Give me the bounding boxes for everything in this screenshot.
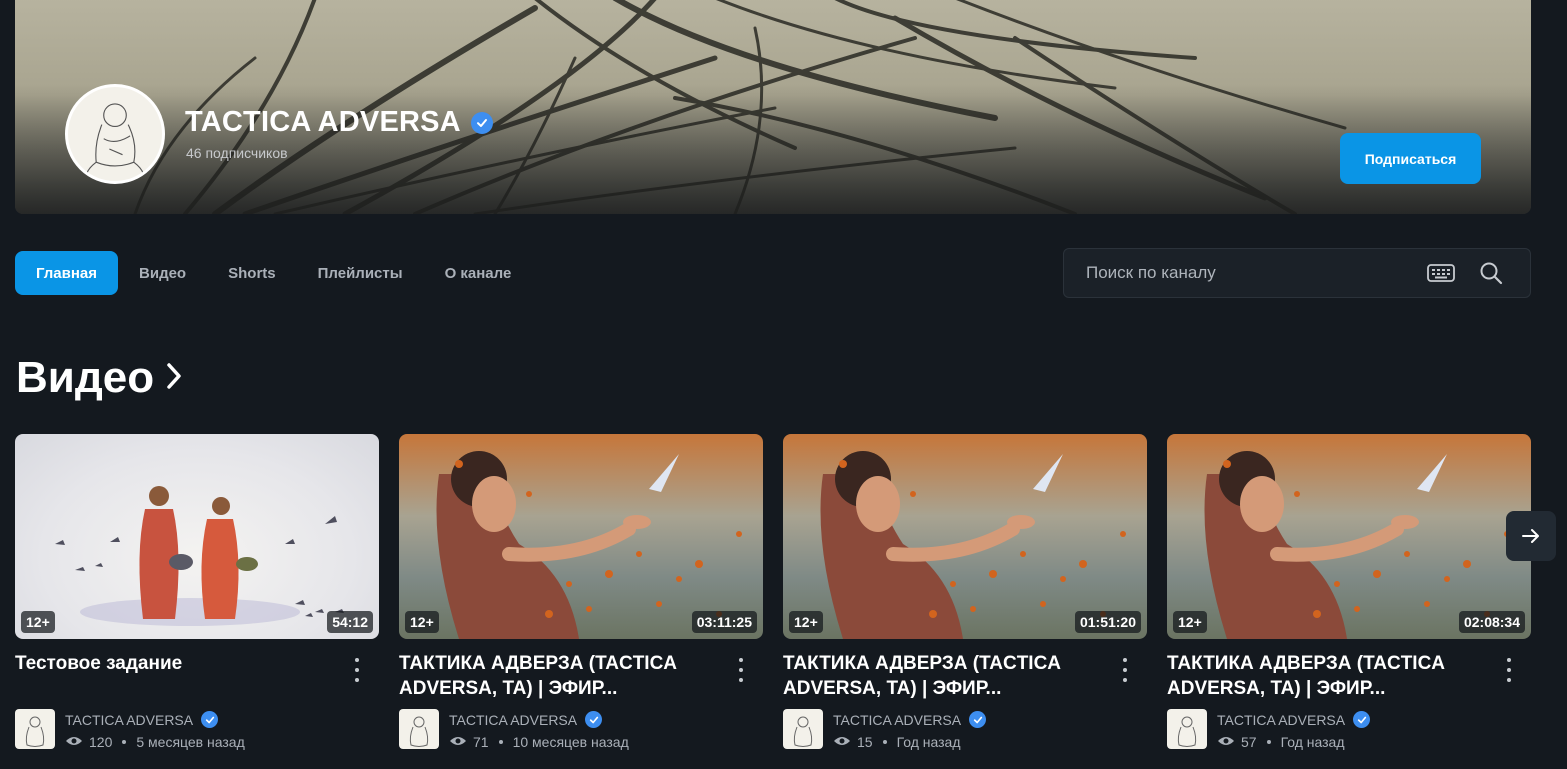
video-channel[interactable]: TACTICA ADVERSA	[1217, 711, 1371, 728]
video-channel[interactable]: TACTICA ADVERSA	[65, 711, 219, 728]
channel-avatar-small[interactable]	[783, 709, 823, 749]
verified-icon	[470, 111, 493, 134]
view-count: 120	[89, 734, 113, 750]
video-channel-name[interactable]: TACTICA ADVERSA	[833, 712, 961, 728]
channel-search[interactable]: Поиск по каналу	[1063, 248, 1531, 298]
verified-icon	[585, 711, 603, 728]
posted-time: 5 месяцев назад	[136, 734, 245, 750]
channel-name: TACTICA ADVERSA	[185, 106, 461, 138]
video-title[interactable]: ТАКТИКА АДВЕРЗА (TACTICA ADVERSA, TA) | …	[783, 651, 1103, 701]
tab-shorts[interactable]: Shorts	[207, 251, 297, 295]
subscribe-button[interactable]: Подписаться	[1340, 133, 1481, 184]
channel-avatar-small[interactable]	[399, 709, 439, 749]
eye-icon	[1217, 734, 1235, 750]
posted-time: Год назад	[896, 734, 961, 750]
video-thumbnail[interactable]: 12+ 54:12	[15, 434, 379, 639]
video-channel[interactable]: TACTICA ADVERSA	[449, 711, 603, 728]
duration-badge: 03:11:25	[691, 611, 757, 633]
tab-about[interactable]: О канале	[424, 251, 533, 295]
video-thumbnail[interactable]: 12+ 03:11:25	[399, 434, 763, 639]
channel-avatar-small[interactable]	[1167, 709, 1207, 749]
keyboard-icon[interactable]	[1416, 263, 1466, 283]
age-rating-badge: 12+	[21, 611, 55, 633]
age-rating-badge: 12+	[405, 611, 439, 633]
duration-badge: 01:51:20	[1074, 611, 1141, 633]
more-options-icon[interactable]	[347, 658, 367, 682]
video-thumbnail[interactable]: 12+ 01:51:20	[783, 434, 1147, 639]
eye-icon	[65, 734, 83, 750]
verified-icon	[1353, 711, 1371, 728]
age-rating-badge: 12+	[1173, 611, 1207, 633]
eye-icon	[449, 734, 467, 750]
video-channel-name[interactable]: TACTICA ADVERSA	[449, 712, 577, 728]
video-stats: 15 Год назад	[833, 734, 961, 750]
video-card[interactable]: 12+ 54:12 Тестовое задание TACTICA ADVER…	[15, 434, 379, 750]
tab-playlists[interactable]: Плейлисты	[297, 251, 424, 295]
view-count: 71	[473, 734, 489, 750]
video-title[interactable]: ТАКТИКА АДВЕРЗА (TACTICA ADVERSA, TA) | …	[1167, 651, 1487, 701]
duration-badge: 02:08:34	[1458, 611, 1525, 633]
eye-icon	[833, 734, 851, 750]
video-thumbnail[interactable]: 12+ 02:08:34	[1167, 434, 1531, 639]
tab-videos[interactable]: Видео	[118, 251, 207, 295]
more-options-icon[interactable]	[1499, 658, 1519, 682]
video-stats: 57 Год назад	[1217, 734, 1345, 750]
chevron-right-icon[interactable]	[164, 361, 184, 396]
video-card[interactable]: 12+ 03:11:25 ТАКТИКА АДВЕРЗА (TACTICA AD…	[399, 434, 763, 750]
search-icon[interactable]	[1466, 261, 1516, 285]
channel-avatar[interactable]	[65, 84, 165, 184]
channel-avatar-small[interactable]	[15, 709, 55, 749]
channel-tabs: Главная Видео Shorts Плейлисты О канале	[15, 251, 532, 295]
video-channel[interactable]: TACTICA ADVERSA	[833, 711, 987, 728]
verified-icon	[201, 711, 219, 728]
age-rating-badge: 12+	[789, 611, 823, 633]
video-title[interactable]: ТАКТИКА АДВЕРЗА (TACTICA ADVERSA, TA) | …	[399, 651, 719, 701]
video-card[interactable]: 12+ 01:51:20 ТАКТИКА АДВЕРЗА (TACTICA AD…	[783, 434, 1147, 750]
video-stats: 120 5 месяцев назад	[65, 734, 245, 750]
more-options-icon[interactable]	[1115, 658, 1135, 682]
video-card[interactable]: 12+ 02:08:34 ТАКТИКА АДВЕРЗА (TACTICA AD…	[1167, 434, 1531, 750]
video-channel-name[interactable]: TACTICA ADVERSA	[1217, 712, 1345, 728]
video-stats: 71 10 месяцев назад	[449, 734, 629, 750]
section-header[interactable]: Видео	[16, 353, 184, 403]
more-options-icon[interactable]	[731, 658, 751, 682]
section-title: Видео	[16, 353, 155, 402]
video-title[interactable]: Тестовое задание	[15, 651, 335, 676]
channel-title: TACTICA ADVERSA	[185, 106, 493, 139]
duration-badge: 54:12	[327, 611, 373, 633]
posted-time: Год назад	[1280, 734, 1345, 750]
view-count: 57	[1241, 734, 1257, 750]
search-input[interactable]: Поиск по каналу	[1086, 263, 1416, 283]
subscriber-count: 46 подписчиков	[186, 145, 288, 161]
video-channel-name[interactable]: TACTICA ADVERSA	[65, 712, 193, 728]
arrow-right-icon[interactable]	[1506, 511, 1556, 561]
verified-icon	[969, 711, 987, 728]
view-count: 15	[857, 734, 873, 750]
tab-home[interactable]: Главная	[15, 251, 119, 295]
posted-time: 10 месяцев назад	[512, 734, 629, 750]
